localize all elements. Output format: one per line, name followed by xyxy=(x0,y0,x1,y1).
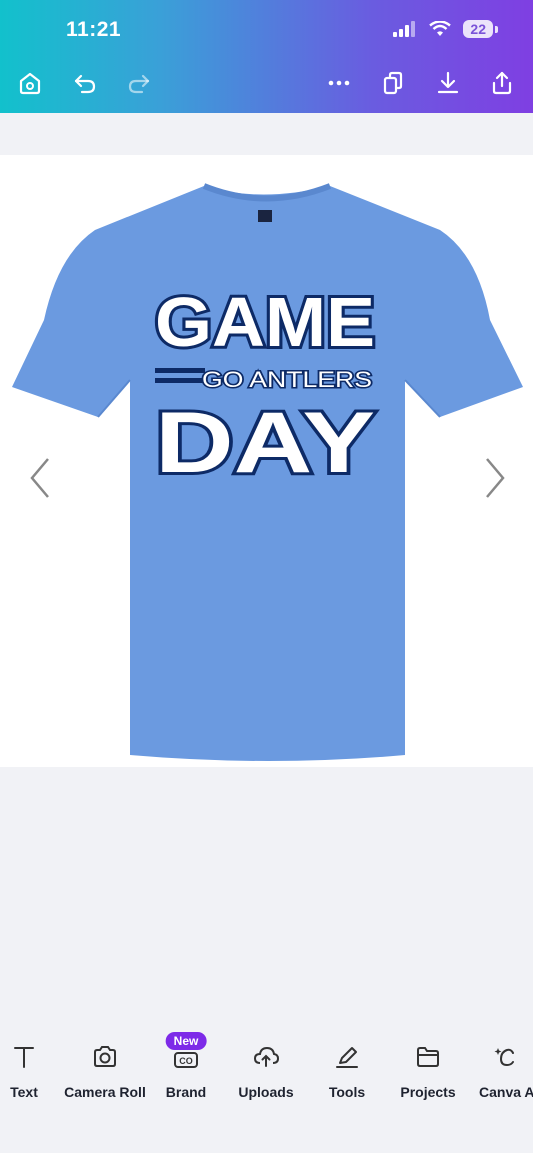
next-arrow-icon[interactable] xyxy=(483,455,507,501)
previous-arrow-icon[interactable] xyxy=(28,455,52,501)
copy-pages-icon xyxy=(383,71,403,95)
undo-icon xyxy=(74,74,96,94)
bottom-toolbar: Text Camera Roll New CO Brand Uploads To… xyxy=(0,1032,533,1115)
redo-button[interactable] xyxy=(124,68,154,98)
tab-uploads[interactable]: Uploads xyxy=(234,1035,298,1100)
tab-tools[interactable]: Tools xyxy=(325,1035,369,1100)
tab-brand[interactable]: New CO Brand xyxy=(160,1032,212,1100)
camera-icon xyxy=(94,1046,116,1067)
more-options-button[interactable] xyxy=(324,68,354,98)
tab-label-canva-ai: Canva A xyxy=(479,1084,533,1100)
svg-text:CO: CO xyxy=(179,1056,193,1066)
undo-button[interactable] xyxy=(70,68,100,98)
word-day: DAY xyxy=(155,395,375,491)
status-icons: 22 xyxy=(393,20,498,38)
share-icon xyxy=(492,71,512,95)
redo-icon xyxy=(128,74,150,94)
download-icon xyxy=(437,71,459,94)
battery-indicator: 22 xyxy=(463,20,498,38)
text-icon xyxy=(14,1047,34,1068)
app-header: 11:21 22 xyxy=(0,0,533,113)
tab-projects[interactable]: Projects xyxy=(396,1035,460,1100)
new-badge: New xyxy=(165,1032,207,1050)
brand-icon: CO xyxy=(174,1052,198,1068)
tshirt-design[interactable]: GAME GO ANTLERS DAY xyxy=(0,155,533,767)
pen-tool-icon xyxy=(336,1047,358,1068)
more-icon xyxy=(328,80,350,86)
design-canvas[interactable]: GAME GO ANTLERS DAY xyxy=(0,155,533,767)
upload-cloud-icon xyxy=(253,1046,279,1067)
pages-button[interactable] xyxy=(378,68,408,98)
home-button[interactable] xyxy=(15,68,45,98)
tab-text[interactable]: Text xyxy=(4,1035,44,1100)
tab-camera-roll[interactable]: Camera Roll xyxy=(60,1035,150,1100)
word-go-antlers: GO ANTLERS xyxy=(202,367,372,392)
wifi-icon xyxy=(429,21,452,36)
home-icon xyxy=(19,72,41,95)
folder-icon xyxy=(417,1047,439,1067)
word-game: GAME xyxy=(155,283,375,361)
signal-icon xyxy=(393,21,416,37)
canva-ai-icon xyxy=(494,1048,514,1067)
share-button[interactable] xyxy=(487,68,517,98)
tab-canva-ai[interactable]: Canva A xyxy=(478,1035,533,1100)
tab-label-text: Text xyxy=(10,1084,38,1100)
download-button[interactable] xyxy=(433,68,463,98)
tab-label-uploads: Uploads xyxy=(238,1084,294,1100)
status-time: 11:21 xyxy=(66,18,122,41)
tab-label-tools: Tools xyxy=(328,1084,366,1100)
tab-label-camera-roll: Camera Roll xyxy=(64,1084,146,1100)
tab-label-brand: Brand xyxy=(165,1084,207,1100)
tab-label-projects: Projects xyxy=(400,1084,456,1100)
